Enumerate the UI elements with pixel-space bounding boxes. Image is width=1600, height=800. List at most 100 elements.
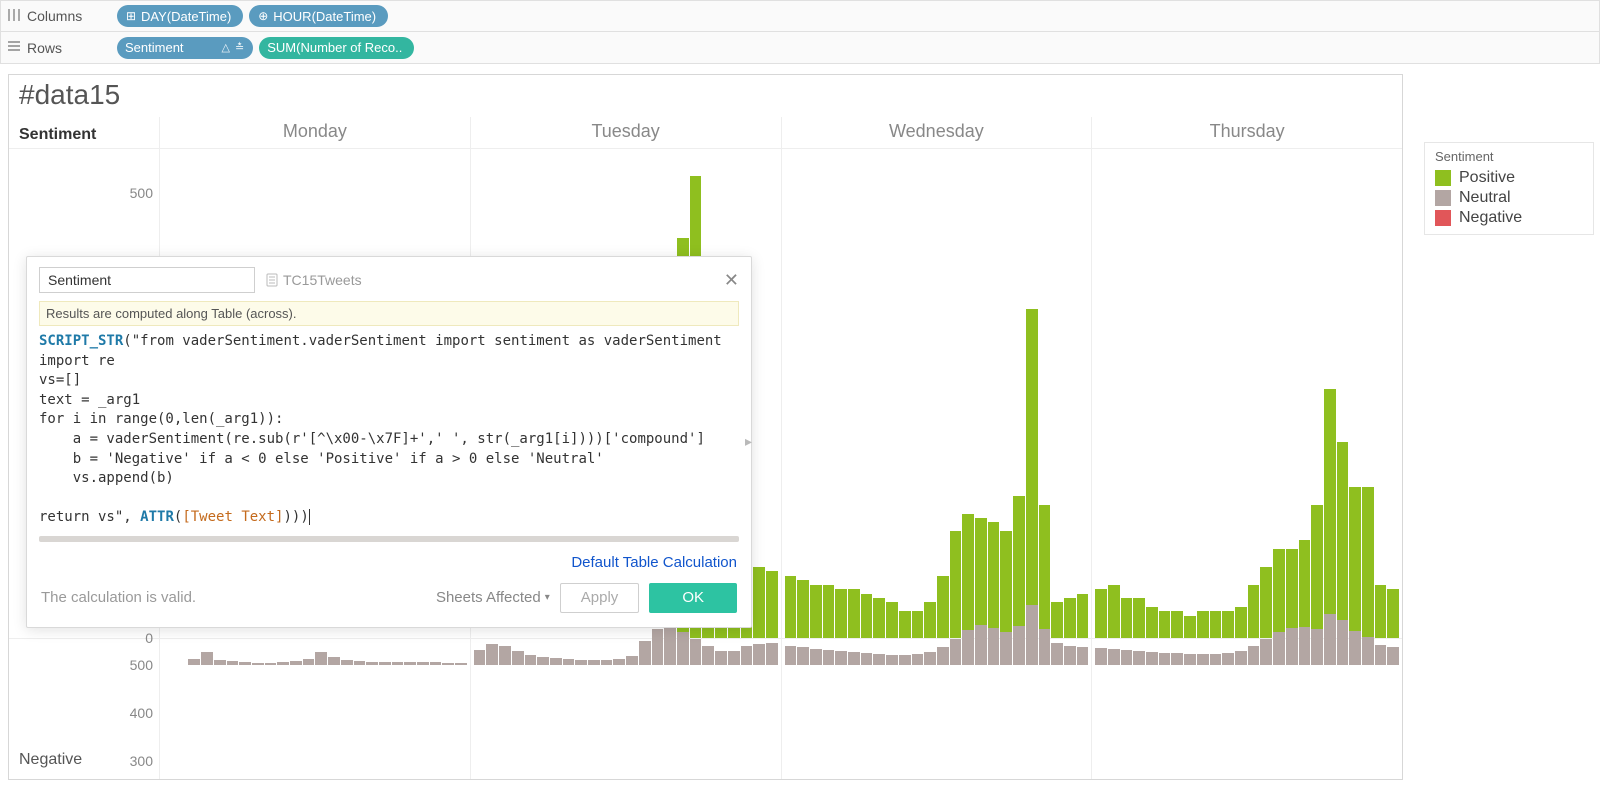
bar[interactable] <box>1171 611 1183 638</box>
pill-label: Sentiment <box>125 40 184 55</box>
y-tick: 400 <box>130 705 153 721</box>
bar[interactable] <box>848 589 860 638</box>
day-header[interactable]: Tuesday <box>470 117 781 148</box>
bar[interactable] <box>1235 607 1247 638</box>
y-tick: 500 <box>130 657 153 673</box>
bar[interactable] <box>1108 585 1120 638</box>
day-header[interactable]: Monday <box>159 117 470 148</box>
ok-button[interactable]: OK <box>649 583 737 613</box>
apply-button[interactable]: Apply <box>560 583 640 613</box>
bar[interactable] <box>1222 611 1234 638</box>
bar[interactable] <box>1349 487 1361 638</box>
column-headers: Sentiment MondayTuesdayWednesdayThursday <box>9 117 1402 149</box>
pill-hour-datetime[interactable]: ⊕ HOUR(DateTime) <box>249 5 388 27</box>
bar[interactable] <box>1387 589 1399 638</box>
bar[interactable] <box>1121 598 1133 638</box>
chevron-down-icon: ▾ <box>545 592 550 603</box>
row-field-header: Sentiment <box>9 122 159 148</box>
bar[interactable] <box>1337 442 1349 638</box>
legend-label: Neutral <box>1459 189 1511 207</box>
bar[interactable] <box>924 602 936 638</box>
clock-icon: ⊕ <box>257 9 269 23</box>
legend-card[interactable]: Sentiment PositiveNeutralNegative <box>1424 142 1594 235</box>
negative-bars[interactable] <box>159 639 1402 779</box>
bar[interactable] <box>785 576 797 638</box>
bar[interactable] <box>937 576 949 638</box>
day-column <box>781 149 1092 638</box>
datasource-indicator[interactable]: TC15Tweets <box>265 272 362 288</box>
calc-scope-info: Results are computed along Table (across… <box>39 301 739 326</box>
bar[interactable] <box>753 567 765 638</box>
rows-shelf[interactable]: Rows Sentiment △ ≛ SUM(Number of Reco.. <box>0 32 1600 64</box>
y-tick: 500 <box>130 185 153 201</box>
bar[interactable] <box>886 602 898 638</box>
rows-shelf-label: Rows <box>7 39 111 56</box>
pill-label: SUM(Number of Reco.. <box>267 40 402 55</box>
bar[interactable] <box>1248 585 1260 638</box>
bar[interactable] <box>1039 505 1051 638</box>
bar[interactable] <box>912 611 924 638</box>
bar[interactable] <box>1013 496 1025 638</box>
legend-swatch <box>1435 190 1451 206</box>
rows-label-text: Rows <box>27 40 62 56</box>
bar[interactable] <box>873 598 885 638</box>
sort-icon: ≛ <box>235 41 245 54</box>
bar[interactable] <box>962 514 974 638</box>
bar[interactable] <box>899 611 911 638</box>
pill-sentiment[interactable]: Sentiment △ ≛ <box>117 37 253 59</box>
bar[interactable] <box>766 571 778 638</box>
bar[interactable] <box>797 580 809 638</box>
legend-swatch <box>1435 210 1451 226</box>
legend-item[interactable]: Positive <box>1435 168 1583 188</box>
bar[interactable] <box>1051 602 1063 638</box>
columns-shelf[interactable]: Columns ⊞ DAY(DateTime) ⊕ HOUR(DateTime) <box>0 0 1600 32</box>
bar[interactable] <box>810 585 822 638</box>
legend-swatch <box>1435 170 1451 186</box>
legend-item[interactable]: Negative <box>1435 208 1583 228</box>
bar[interactable] <box>861 594 873 638</box>
viz-title: #data15 <box>9 75 1402 117</box>
resize-handle-icon[interactable]: ▸ <box>745 433 753 451</box>
bar[interactable] <box>835 589 847 638</box>
bar[interactable] <box>1159 611 1171 638</box>
table-calc-icon: △ <box>222 41 231 54</box>
bar[interactable] <box>1311 505 1323 638</box>
formula-editor[interactable]: SCRIPT_STR("from vaderSentiment.vaderSen… <box>27 326 751 536</box>
bar[interactable] <box>1197 611 1209 638</box>
default-table-calc-link[interactable]: Default Table Calculation <box>571 554 737 571</box>
bar[interactable] <box>1000 531 1012 638</box>
datasource-name: TC15Tweets <box>283 272 362 288</box>
pill-day-datetime[interactable]: ⊞ DAY(DateTime) <box>117 5 243 27</box>
bar[interactable] <box>1299 540 1311 638</box>
bar[interactable] <box>1375 585 1387 638</box>
bar[interactable] <box>975 518 987 638</box>
bar[interactable] <box>1064 598 1076 638</box>
y-axis-negative: Negative 500400300 <box>9 639 159 779</box>
bar[interactable] <box>1286 549 1298 638</box>
bar[interactable] <box>1260 567 1272 638</box>
bar[interactable] <box>988 522 1000 638</box>
columns-icon <box>7 8 21 25</box>
bar[interactable] <box>1210 611 1222 638</box>
calculation-editor-dialog[interactable]: TC15Tweets ✕ Results are computed along … <box>26 256 752 628</box>
day-header[interactable]: Thursday <box>1091 117 1402 148</box>
bar[interactable] <box>1273 549 1285 638</box>
bar[interactable] <box>823 585 835 638</box>
bar[interactable] <box>1077 594 1089 638</box>
bar[interactable] <box>1324 389 1336 638</box>
negative-row-label: Negative <box>19 751 82 769</box>
close-icon[interactable]: ✕ <box>724 270 739 291</box>
bar[interactable] <box>1133 598 1145 638</box>
sheets-affected-label: Sheets Affected <box>436 589 541 606</box>
bar[interactable] <box>950 531 962 638</box>
legend-item[interactable]: Neutral <box>1435 188 1583 208</box>
bar[interactable] <box>1184 616 1196 638</box>
bar[interactable] <box>1146 607 1158 638</box>
bar[interactable] <box>1026 309 1038 638</box>
bar[interactable] <box>1362 487 1374 638</box>
calc-name-input[interactable] <box>39 267 255 293</box>
day-header[interactable]: Wednesday <box>781 117 1092 148</box>
bar[interactable] <box>1095 589 1107 638</box>
pill-sum-records[interactable]: SUM(Number of Reco.. <box>259 37 414 59</box>
sheets-affected-dropdown[interactable]: Sheets Affected ▾ <box>436 589 550 606</box>
